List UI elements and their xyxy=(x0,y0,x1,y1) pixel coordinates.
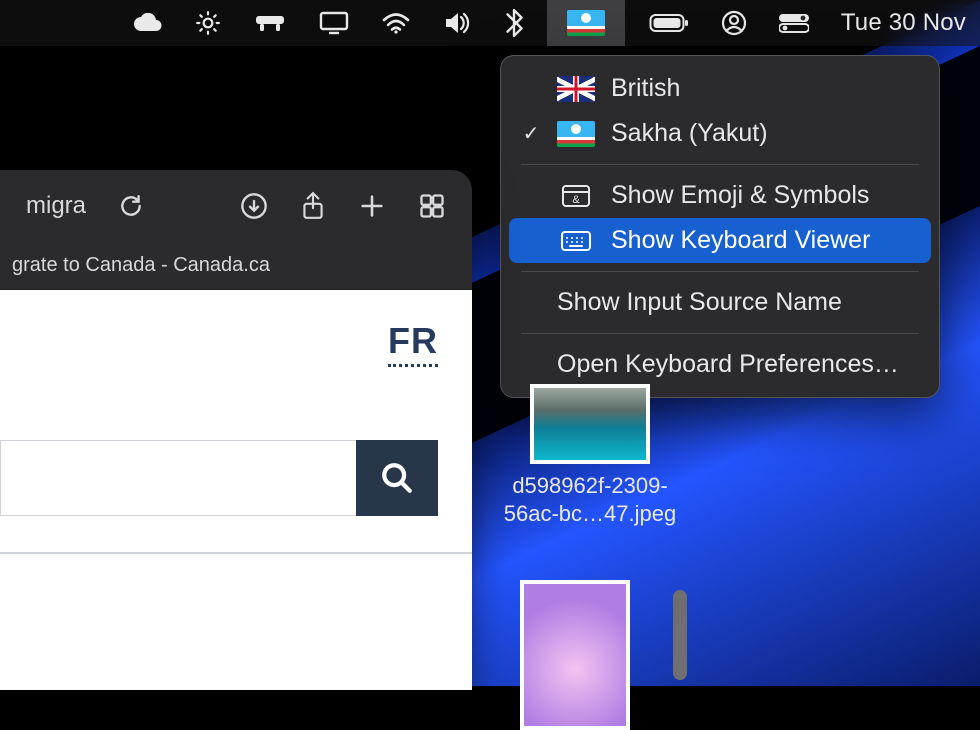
search-button[interactable] xyxy=(356,440,438,516)
battery-icon[interactable] xyxy=(649,13,689,33)
search-input[interactable] xyxy=(0,440,356,516)
input-source-menubar[interactable] xyxy=(547,0,625,46)
tab-title: grate to Canada - Canada.ca xyxy=(12,254,270,277)
wifi-icon[interactable] xyxy=(381,12,411,34)
open-keyboard-preferences[interactable]: Open Keyboard Preferences… xyxy=(509,342,931,387)
flag-sakha-icon xyxy=(557,121,595,147)
input-source-label: Sakha (Yakut) xyxy=(611,119,768,148)
control-center-icon[interactable] xyxy=(779,13,809,33)
menubar-clock[interactable]: Tue 30 Nov xyxy=(841,9,966,37)
language-switch-fr[interactable]: FR xyxy=(388,320,438,367)
separator xyxy=(521,271,919,272)
divider xyxy=(0,552,472,554)
desktop-file-image[interactable] xyxy=(520,580,630,730)
desktop-file-jpeg[interactable]: d598962f-2309-56ac-bc…47.jpeg xyxy=(500,384,680,527)
input-source-label: British xyxy=(611,74,680,103)
input-source-british[interactable]: British xyxy=(509,66,931,111)
flag-sakha-icon xyxy=(567,10,605,36)
menu-item-label: Show Input Source Name xyxy=(557,288,842,317)
browser-tab[interactable]: grate to Canada - Canada.ca xyxy=(0,241,472,289)
page-content: FR xyxy=(0,290,472,690)
show-input-source-name[interactable]: Show Input Source Name xyxy=(509,280,931,325)
input-source-sakha[interactable]: ✓ Sakha (Yakut) xyxy=(509,111,931,156)
search-icon xyxy=(380,461,414,495)
display-icon[interactable] xyxy=(319,11,349,35)
downloads-button[interactable] xyxy=(240,192,268,220)
url-fragment[interactable]: migra xyxy=(26,192,86,220)
file-thumbnail xyxy=(530,384,650,464)
new-tab-button[interactable] xyxy=(358,192,386,220)
brightness-icon[interactable] xyxy=(195,10,221,36)
tab-overview-button[interactable] xyxy=(418,192,446,220)
symbols-window-icon: & xyxy=(561,184,591,208)
separator xyxy=(521,333,919,334)
browser-toolbar: migra xyxy=(0,170,472,242)
cloud-icon[interactable] xyxy=(133,13,163,33)
menubar: Tue 30 Nov xyxy=(0,0,980,46)
file-name: d598962f-2309-56ac-bc…47.jpeg xyxy=(500,472,680,527)
scrollbar-thumb[interactable] xyxy=(673,590,687,680)
desk-icon[interactable] xyxy=(253,12,287,34)
browser-window: migra grate to Canada - Canada.ca FR xyxy=(0,170,472,690)
checkmark-icon: ✓ xyxy=(521,121,541,146)
show-keyboard-viewer[interactable]: Show Keyboard Viewer xyxy=(509,218,931,263)
input-source-dropdown: British ✓ Sakha (Yakut) & Show Emoji & S… xyxy=(500,55,940,398)
volume-icon[interactable] xyxy=(443,11,473,35)
share-button[interactable] xyxy=(300,191,326,221)
bluetooth-icon[interactable] xyxy=(505,9,523,37)
user-icon[interactable] xyxy=(721,10,747,36)
svg-text:&: & xyxy=(572,194,580,206)
file-thumbnail xyxy=(520,580,630,730)
site-search xyxy=(0,440,438,516)
tab-bar: grate to Canada - Canada.ca xyxy=(0,242,472,290)
menu-item-label: Open Keyboard Preferences… xyxy=(557,350,899,379)
menu-item-label: Show Keyboard Viewer xyxy=(611,226,870,255)
show-emoji-symbols[interactable]: & Show Emoji & Symbols xyxy=(509,173,931,218)
separator xyxy=(521,164,919,165)
menu-item-label: Show Emoji & Symbols xyxy=(611,181,869,210)
reload-button[interactable] xyxy=(118,193,144,219)
flag-uk-icon xyxy=(557,76,595,102)
keyboard-icon xyxy=(560,229,592,253)
